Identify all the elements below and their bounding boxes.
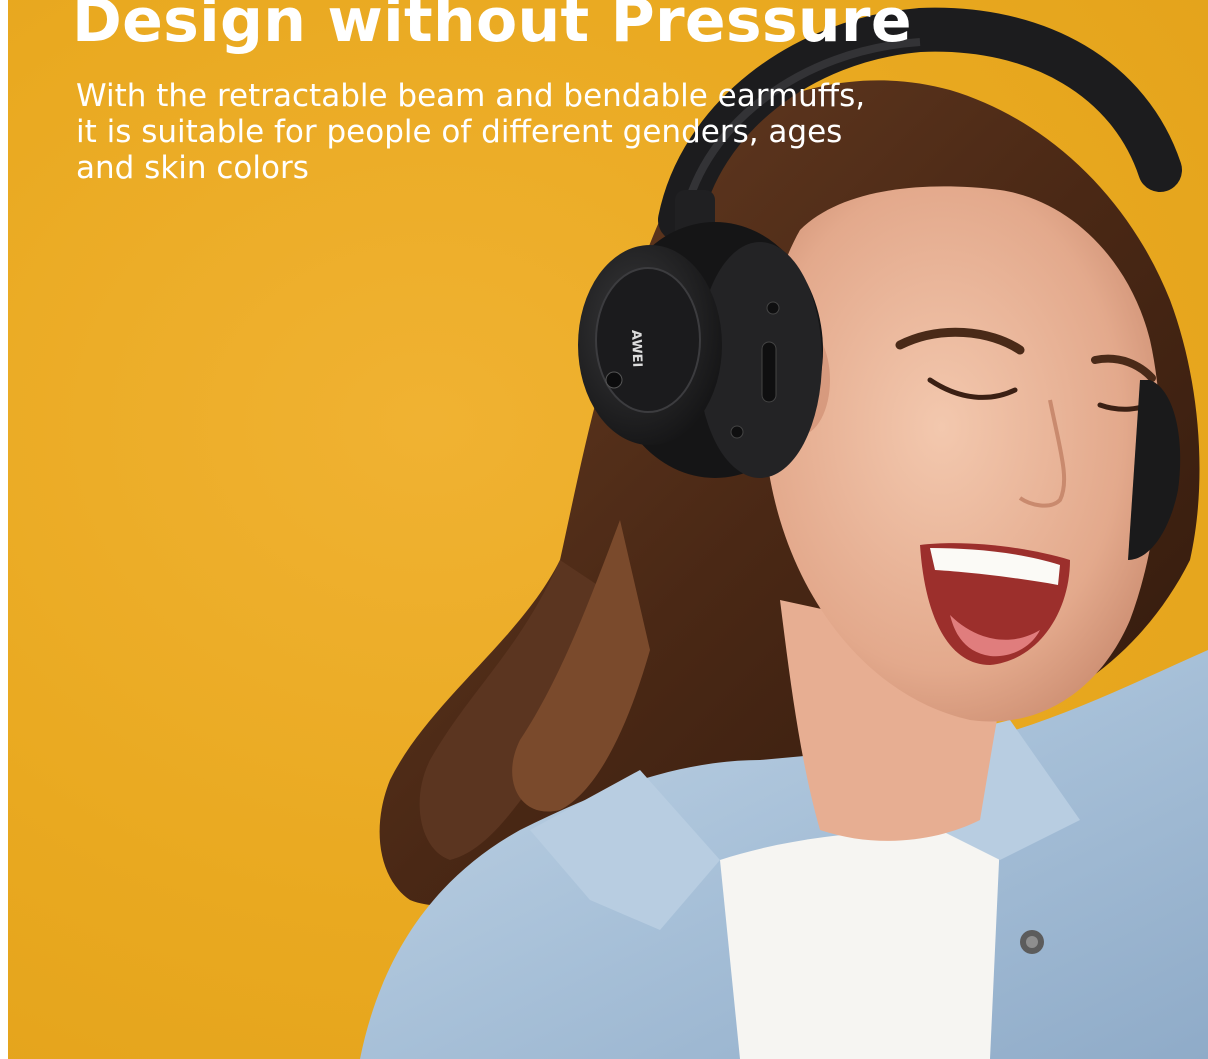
description-line: With the retractable beam and bendable e… — [76, 78, 866, 114]
description-line: it is suitable for people of different g… — [76, 114, 843, 150]
product-banner: AWEI Design without Pressure With the re… — [0, 0, 1208, 1059]
brand-logo: AWEI — [628, 330, 644, 368]
description-line: and skin colors — [76, 150, 309, 186]
headline: Design without Pressure — [72, 0, 912, 56]
feature-description: With the retractable beam and bendable e… — [76, 78, 956, 186]
